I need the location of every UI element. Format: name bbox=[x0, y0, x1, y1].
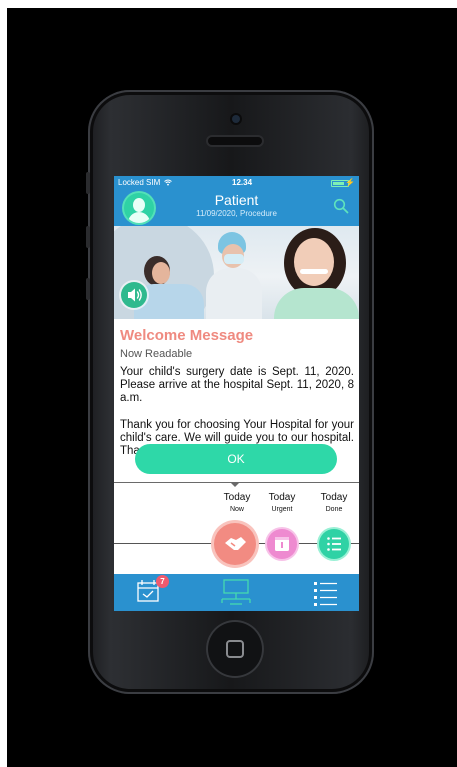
tab-list[interactable] bbox=[296, 574, 356, 611]
status-time: 12.34 bbox=[232, 178, 253, 187]
volume-up-button bbox=[86, 226, 90, 248]
timeline-day: Today bbox=[223, 492, 251, 503]
carrier-label: Locked SIM bbox=[118, 178, 173, 187]
ok-button[interactable]: OK bbox=[135, 444, 337, 474]
timeline-column-urgent[interactable]: Today Urgent bbox=[260, 492, 304, 513]
handshake-icon bbox=[225, 537, 246, 550]
wifi-icon bbox=[164, 179, 173, 186]
home-button-glyph bbox=[226, 640, 244, 658]
network-icon bbox=[221, 579, 251, 605]
patient-avatar-icon[interactable] bbox=[124, 193, 154, 223]
timeline-now-button[interactable] bbox=[214, 523, 256, 565]
timeline-status: Done bbox=[325, 506, 343, 513]
charging-icon: ⚡ bbox=[345, 178, 355, 187]
timeline-status: Urgent bbox=[271, 506, 293, 513]
assistant-face-shape bbox=[294, 238, 334, 286]
assistant-scrubs-shape bbox=[274, 288, 359, 319]
child-face-shape bbox=[152, 262, 170, 284]
timeline-urgent-button[interactable] bbox=[267, 529, 297, 559]
timeline-day: Today bbox=[268, 492, 296, 503]
front-camera bbox=[232, 115, 240, 123]
divider-pointer bbox=[230, 482, 240, 487]
list-icon bbox=[314, 582, 337, 606]
message-paragraph-1: Your child's surgery date is Sept. 11, 2… bbox=[120, 366, 354, 404]
dentist-mask-shape bbox=[224, 254, 244, 264]
app-screen: Locked SIM 12.34 ⚡ Patient 11/09/2020, P… bbox=[114, 176, 359, 611]
dental-clinic-photo bbox=[114, 226, 359, 319]
page-title: Patient bbox=[214, 192, 259, 208]
speaker-glyph bbox=[128, 288, 142, 302]
timeline-status: Now bbox=[229, 506, 244, 513]
earpiece-speaker bbox=[208, 137, 262, 145]
avatar-body-shape bbox=[128, 212, 150, 223]
timeline-column-now[interactable]: Today Now bbox=[215, 492, 259, 513]
tab-network[interactable] bbox=[206, 574, 266, 611]
avatar-head-shape bbox=[133, 198, 145, 212]
timeline-day: Today bbox=[320, 492, 348, 503]
bottom-tab-bar: 7 bbox=[114, 574, 359, 611]
tab-calendar[interactable]: 7 bbox=[116, 574, 176, 611]
checklist-icon bbox=[327, 537, 341, 551]
page-subtitle: 11/09/2020, Procedure bbox=[196, 209, 277, 218]
message-title: Welcome Message bbox=[120, 327, 254, 344]
notification-badge: 7 bbox=[156, 575, 169, 588]
timeline-done-button[interactable] bbox=[319, 529, 349, 559]
assistant-smile-shape bbox=[300, 269, 328, 274]
notice-icon bbox=[275, 537, 289, 551]
app-header: Locked SIM 12.34 ⚡ Patient 11/09/2020, P… bbox=[114, 176, 359, 226]
message-content: Welcome Message Now Readable Your child'… bbox=[120, 327, 354, 458]
carrier-text: Locked SIM bbox=[118, 178, 161, 187]
speaker-icon[interactable] bbox=[121, 282, 147, 308]
search-icon[interactable] bbox=[333, 198, 349, 214]
message-status: Now Readable bbox=[120, 348, 193, 360]
dentist-coat-shape bbox=[206, 268, 262, 319]
timeline-column-done[interactable]: Today Done bbox=[312, 492, 356, 513]
volume-down-button bbox=[86, 278, 90, 300]
mute-switch bbox=[86, 172, 90, 194]
status-bar: Locked SIM 12.34 ⚡ bbox=[118, 178, 355, 190]
